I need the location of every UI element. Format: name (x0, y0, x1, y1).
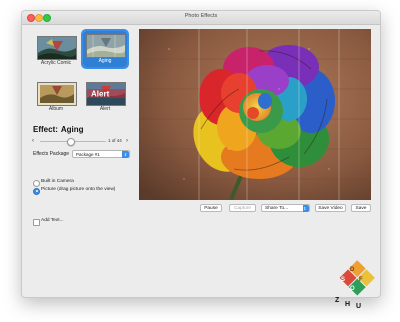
effect-label: Acrylic Comic (40, 60, 72, 66)
chevron-updown-icon: ⇕ (303, 205, 309, 212)
effect-label: Aging (98, 58, 112, 64)
album-thumbnail-image (37, 82, 77, 106)
pause-button[interactable]: Pause (200, 204, 222, 212)
effect-slider-row: ‹ 1 of 44 › (32, 137, 130, 146)
effect-label: Album (48, 106, 64, 112)
radio-label: Picture (drag picture onto the view) (41, 187, 116, 192)
svg-text:H: H (345, 301, 350, 308)
effect-thumb-acrylic-comic[interactable]: Acrylic Comic (34, 33, 78, 69)
aging-thumbnail-image (86, 34, 126, 58)
previous-effect-button[interactable]: ‹ (32, 137, 34, 145)
capture-button[interactable]: Capture (229, 204, 256, 212)
alert-thumbnail-image: Alert (86, 82, 126, 106)
current-effect-name: Aging (60, 125, 84, 134)
window-title: Photo Effects (184, 13, 218, 19)
photo-effects-window: Photo Effects Acrylic Comic Aging Album … (21, 10, 381, 298)
add-text-checkbox[interactable] (33, 218, 40, 226)
radio-button[interactable] (33, 187, 40, 195)
radio-label: Built in Camera (41, 179, 74, 184)
add-text-label: Add Text... (41, 218, 64, 223)
svg-text:O: O (350, 286, 355, 292)
svg-text:D: D (350, 267, 355, 273)
effect-count: 1 of 44 (108, 138, 122, 143)
effect-thumb-album[interactable]: Album (34, 79, 78, 115)
svg-text:S: S (341, 277, 345, 283)
preview-image[interactable] (139, 29, 371, 200)
save-button[interactable]: Save (351, 204, 371, 212)
effect-thumb-aging[interactable]: Aging (81, 29, 129, 69)
page: Photo Effects Acrylic Comic Aging Album … (0, 0, 400, 322)
effect-label: Alert (99, 106, 111, 112)
acrylic-comic-thumbnail-image (37, 36, 77, 60)
svg-text:Z: Z (335, 297, 340, 304)
effects-package-select[interactable]: Package #1 ⇕ (72, 150, 130, 158)
share-to-label: Share To... (265, 206, 289, 211)
svg-text:U: U (356, 303, 361, 310)
alert-thumbnail-text: Alert (91, 90, 110, 99)
next-effect-button[interactable]: › (126, 137, 128, 145)
chevron-updown-icon: ⇕ (122, 151, 129, 158)
svg-text:F: F (359, 277, 363, 283)
radio-button[interactable] (33, 179, 40, 187)
watermark-logo: D S F O Z H U (329, 258, 377, 312)
effects-package-label: Effects Package (33, 151, 70, 157)
effect-prefix: Effect: (33, 125, 58, 134)
effect-slider-knob[interactable] (66, 137, 75, 146)
effects-package-value: Package #1 (76, 152, 100, 157)
save-video-button[interactable]: Save Video (315, 204, 346, 212)
title-bar[interactable]: Photo Effects (22, 11, 380, 25)
current-effect-heading: Effect: Aging (33, 125, 84, 134)
effect-thumb-alert[interactable]: Alert Alert (83, 79, 127, 115)
share-to-popup[interactable]: Share To... ⇕ (261, 204, 310, 212)
